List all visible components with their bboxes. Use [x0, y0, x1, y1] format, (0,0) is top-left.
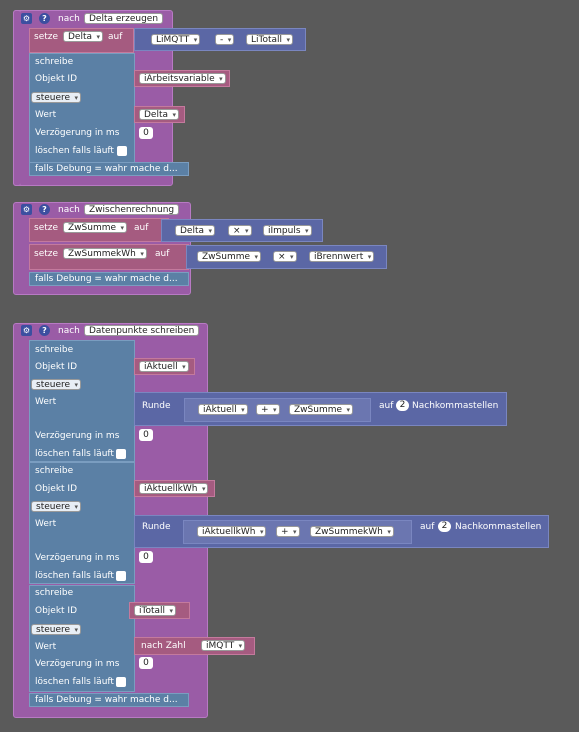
operand-right[interactable]: iBrennwert — [309, 251, 375, 263]
verzoegerung-input[interactable]: 0 — [139, 551, 153, 563]
operand-right[interactable]: ZwSumme — [289, 404, 354, 416]
schreibe-label: schreibe — [35, 588, 74, 598]
nachkomma-label: Nachkommastellen — [412, 401, 499, 411]
procedure-name-field[interactable]: Zwischenrechnung — [84, 204, 180, 215]
variable-dropdown[interactable]: ZwSumme — [63, 222, 128, 234]
verzoegerung-label: Verzögerung in ms — [35, 431, 120, 441]
objekt-id-label: Objekt ID — [35, 484, 78, 494]
procedure-name-field[interactable]: Datenpunkte schreiben — [84, 325, 200, 336]
loeschen-label: löschen falls läuft — [35, 571, 114, 581]
wert-label: Wert — [35, 519, 57, 529]
operand-right[interactable]: LiTotall — [246, 34, 294, 46]
objekt-id-dropdown[interactable]: iAktuellkWh — [139, 483, 209, 495]
schreibe-label: schreibe — [35, 345, 74, 355]
loeschen-checkbox[interactable] — [117, 146, 127, 156]
auf-label: auf — [134, 223, 149, 233]
loeschen-label: löschen falls läuft — [35, 146, 114, 156]
runde-label: Runde — [142, 401, 171, 411]
loeschen-checkbox[interactable] — [116, 677, 126, 687]
operand-left[interactable]: ZwSumme — [197, 251, 262, 263]
setze-label: setze — [34, 223, 59, 233]
operand-left[interactable]: iAktuellkWh — [197, 526, 267, 538]
verzoegerung-label: Verzögerung in ms — [35, 128, 120, 138]
wert-label: Wert — [35, 110, 57, 120]
gear-icon[interactable]: ⚙ — [21, 204, 32, 215]
runde-label: Runde — [142, 522, 171, 532]
mode-dropdown[interactable]: steuere — [31, 92, 82, 104]
help-icon[interactable]: ? — [39, 204, 50, 215]
procedure-prefix: nach — [58, 326, 80, 336]
objekt-id-dropdown[interactable]: iArbeitsvariable — [139, 73, 226, 85]
loeschen-label: löschen falls läuft — [35, 677, 114, 687]
operand-left[interactable]: LiMQTT — [151, 34, 201, 46]
wert-dropdown[interactable]: Delta — [139, 109, 180, 121]
mode-dropdown[interactable]: steuere — [31, 379, 82, 391]
help-icon[interactable]: ? — [39, 13, 50, 24]
variable-dropdown[interactable]: Delta — [63, 31, 104, 43]
variable-dropdown[interactable]: ZwSummekWh — [63, 248, 147, 260]
operand-left[interactable]: Delta — [175, 225, 216, 237]
operator-dropdown[interactable]: - — [215, 34, 235, 46]
objekt-id-dropdown[interactable]: iAktuell — [139, 361, 189, 373]
loeschen-label: löschen falls läuft — [35, 449, 114, 459]
operator-dropdown[interactable]: × — [228, 225, 252, 237]
help-icon[interactable]: ? — [39, 325, 50, 336]
schreibe-label: schreibe — [35, 466, 74, 476]
value-dropdown[interactable]: iMQTT — [201, 640, 246, 652]
debug-label: falls Debung = wahr mache d... — [35, 274, 178, 284]
auf-label: auf — [108, 32, 123, 42]
setze-label: setze — [34, 249, 59, 259]
verzoegerung-label: Verzögerung in ms — [35, 659, 120, 669]
mode-dropdown[interactable]: steuere — [31, 501, 82, 513]
gear-icon[interactable]: ⚙ — [21, 325, 32, 336]
auf-label: auf — [379, 401, 394, 411]
auf-label: auf — [155, 249, 170, 259]
operator-dropdown[interactable]: × — [273, 251, 297, 263]
procedure-prefix: nach — [58, 14, 80, 24]
digits-input[interactable]: 2 — [396, 400, 409, 411]
verzoegerung-input[interactable]: 0 — [139, 657, 153, 669]
nach-zahl-label: nach Zahl — [141, 641, 186, 651]
gear-icon[interactable]: ⚙ — [21, 13, 32, 24]
operand-right[interactable]: ZwSummekWh — [310, 526, 394, 538]
objekt-id-label: Objekt ID — [35, 362, 78, 372]
digits-input[interactable]: 2 — [438, 521, 451, 532]
auf-label: auf — [420, 522, 435, 532]
verzoegerung-label: Verzögerung in ms — [35, 553, 120, 563]
verzoegerung-input[interactable]: 0 — [139, 429, 153, 441]
objekt-id-label: Objekt ID — [35, 606, 78, 616]
operand-right[interactable]: iImpuls — [263, 225, 312, 237]
objekt-id-label: Objekt ID — [35, 74, 78, 84]
verzoegerung-input[interactable]: 0 — [139, 127, 153, 139]
loeschen-checkbox[interactable] — [116, 449, 126, 459]
nachkomma-label: Nachkommastellen — [455, 522, 542, 532]
wert-label: Wert — [35, 642, 57, 652]
procedure-prefix: nach — [58, 205, 80, 215]
debug-label: falls Debung = wahr mache d... — [35, 164, 178, 174]
operand-left[interactable]: iAktuell — [198, 404, 248, 416]
wert-label: Wert — [35, 397, 57, 407]
operator-dropdown[interactable]: + — [276, 526, 300, 538]
loeschen-checkbox[interactable] — [116, 571, 126, 581]
debug-label: falls Debung = wahr mache d... — [35, 695, 178, 705]
schreibe-label: schreibe — [35, 57, 74, 67]
mode-dropdown[interactable]: steuere — [31, 624, 82, 636]
operator-dropdown[interactable]: + — [256, 404, 280, 416]
setze-label: setze — [34, 32, 59, 42]
objekt-id-dropdown[interactable]: iTotall — [134, 605, 177, 617]
procedure-name-field[interactable]: Delta erzeugen — [84, 13, 164, 24]
